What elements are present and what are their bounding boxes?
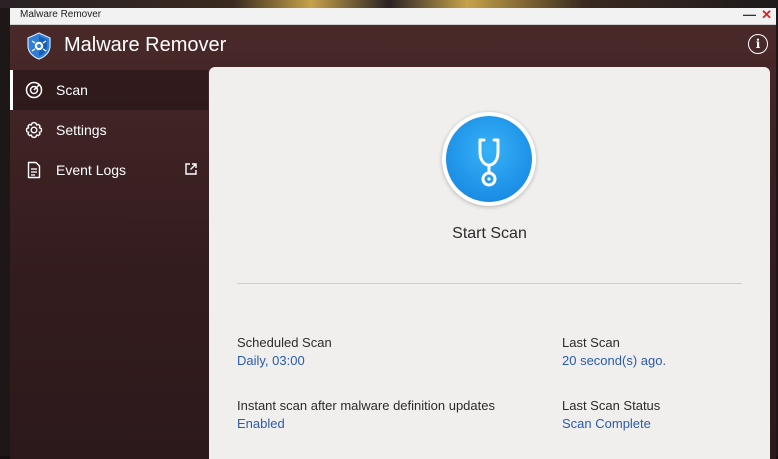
scheduled-scan-label: Scheduled Scan	[237, 335, 332, 350]
scan-icon	[25, 81, 43, 99]
sidebar-item-label: Scan	[56, 82, 88, 98]
window-title: Malware Remover	[20, 9, 102, 20]
window-titlebar: Malware Remover — ✕	[10, 8, 776, 25]
background-strip-left	[0, 8, 10, 459]
sidebar-item-scan[interactable]: Scan	[10, 70, 208, 110]
sidebar-item-label: Settings	[56, 122, 107, 138]
close-button[interactable]: ✕	[761, 8, 772, 23]
instant-scan-label: Instant scan after malware definition up…	[237, 398, 495, 413]
document-icon	[27, 161, 41, 179]
app-title: Malware Remover	[64, 34, 227, 56]
sidebar-item-settings[interactable]: Settings	[10, 110, 208, 150]
last-scan-label: Last Scan	[562, 335, 620, 350]
shield-logo-icon	[27, 32, 51, 60]
gear-icon	[25, 121, 43, 139]
background-strip-top	[0, 0, 778, 8]
app-window: Malware Remover — ✕ Malware Remover i Sc…	[10, 8, 776, 459]
stethoscope-icon	[478, 138, 500, 187]
external-link-icon[interactable]	[184, 162, 198, 176]
sidebar-item-label: Event Logs	[56, 162, 127, 178]
app-header: Malware Remover i	[10, 25, 776, 67]
start-scan-label[interactable]: Start Scan	[209, 225, 770, 243]
scheduled-scan-block: Scheduled Scan Daily, 03:00	[237, 335, 332, 368]
last-scan-status-label: Last Scan Status	[562, 398, 661, 413]
instant-scan-value[interactable]: Enabled	[237, 416, 495, 431]
scan-button-face	[446, 116, 532, 202]
minimize-button[interactable]: —	[743, 8, 756, 23]
last-scan-value[interactable]: 20 second(s) ago.	[562, 353, 666, 368]
info-icon[interactable]: i	[748, 34, 768, 54]
last-scan-status-block: Last Scan Status Scan Complete	[562, 398, 660, 431]
main-panel: Start Scan Scheduled Scan Daily, 03:00 L…	[209, 67, 770, 459]
last-scan-status-value[interactable]: Scan Complete	[562, 416, 660, 431]
start-scan-button[interactable]	[442, 112, 536, 206]
sidebar: Scan Settings Event Logs	[10, 70, 208, 190]
sidebar-item-event-logs[interactable]: Event Logs	[10, 150, 208, 190]
instant-scan-block: Instant scan after malware definition up…	[237, 398, 495, 431]
divider	[237, 283, 742, 284]
scheduled-scan-value[interactable]: Daily, 03:00	[237, 353, 332, 368]
last-scan-block: Last Scan 20 second(s) ago.	[562, 335, 666, 368]
